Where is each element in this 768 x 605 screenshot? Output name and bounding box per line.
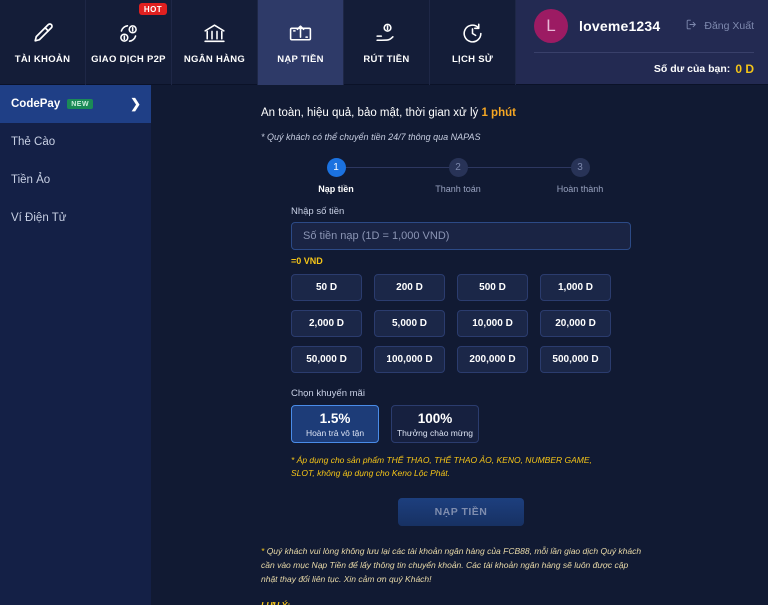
content-inner: An toàn, hiệu quả, bảo mật, thời gian xử… — [261, 107, 711, 605]
sidebar-item-label: Thẻ Cào — [11, 136, 56, 148]
quick-amount-button[interactable]: 50 D — [291, 274, 362, 301]
quick-amount-button[interactable]: 100,000 D — [374, 346, 445, 373]
nav-item-ngan-hang[interactable]: NGÂN HÀNG — [172, 0, 258, 85]
nav-item-nap-tien[interactable]: NẠP TIỀN — [258, 0, 344, 85]
p2p-exchange-icon — [116, 21, 142, 47]
nav-label: NẠP TIỀN — [277, 53, 324, 65]
nav-label: TÀI KHOẢN — [14, 53, 71, 65]
headline-highlight: 1 phút — [481, 107, 516, 119]
promo-option-thuong-chao-mung[interactable]: 100% Thưởng chào mừng — [391, 405, 479, 443]
promo-percent: 1.5% — [319, 410, 351, 426]
step-number: 3 — [570, 158, 590, 177]
promo-options: 1.5% Hoàn trả vô tận 100% Thưởng chào mừ… — [291, 405, 631, 443]
promo-option-hoan-tra[interactable]: 1.5% Hoàn trả vô tận — [291, 405, 379, 443]
sidebar-item-the-cao[interactable]: Thẻ Cào — [0, 123, 151, 161]
notes-title: LƯU Ý: — [261, 599, 291, 605]
quick-amount-button[interactable]: 20,000 D — [540, 310, 611, 337]
pen-icon — [30, 21, 56, 47]
history-clock-icon — [460, 21, 486, 47]
quick-amount-button[interactable]: 1,000 D — [540, 274, 611, 301]
bank-icon — [202, 21, 228, 47]
submit-row: NẠP TIỀN — [291, 497, 631, 526]
quick-amount-button[interactable]: 50,000 D — [291, 346, 362, 373]
deposit-form: Nhập số tiền =0 VND 50 D 200 D 500 D 1,0… — [291, 206, 631, 526]
deposit-main-content: An toàn, hiệu quả, bảo mật, thời gian xử… — [151, 85, 768, 605]
balance-label: Số dư của bạn: — [653, 62, 731, 75]
step-thanh-toan: 2 Thanh toán — [397, 158, 519, 194]
nav-label: NGÂN HÀNG — [183, 53, 246, 65]
nav-item-tai-khoan[interactable]: TÀI KHOẢN — [0, 0, 86, 85]
step-label: Nạp tiền — [318, 184, 354, 194]
napas-note: * Quý khách có thể chuyển tiền 24/7 thôn… — [261, 132, 481, 142]
nav-label: GIAO DỊCH P2P — [91, 53, 166, 65]
nav-item-rut-tien[interactable]: RÚT TIỀN — [344, 0, 430, 85]
nav-item-giao-dich-p2p[interactable]: HOT GIAO DỊCH P2P — [86, 0, 172, 85]
promo-terms-note: * Áp dụng cho sản phẩm THỂ THAO, THỂ THA… — [291, 455, 592, 478]
logout-button[interactable]: Đăng Xuất — [685, 18, 754, 34]
bank-account-footnote: * Quý khách vui lòng không lưu lại các t… — [261, 544, 644, 586]
hot-badge: HOT — [138, 3, 167, 15]
amount-conversion: =0 VND — [291, 256, 323, 266]
user-panel: L loveme1234 Đăng Xuất Số dư của bạn: 0 … — [516, 0, 768, 84]
sidebar-item-label: Tiền Ảo — [11, 174, 51, 186]
chevron-right-icon: ❯ — [130, 96, 141, 111]
notes-section: LƯU Ý: Quý khách cần chuyển tối thiểu 50… — [261, 600, 711, 605]
withdraw-hand-icon — [374, 21, 400, 47]
avatar: L — [534, 9, 568, 43]
quick-amount-grid: 50 D 200 D 500 D 1,000 D 2,000 D 5,000 D… — [291, 274, 631, 373]
step-hoan-thanh: 3 Hoàn thành — [519, 158, 641, 194]
top-navigation-bar: TÀI KHOẢN HOT GIAO DỊCH P2P NGÂN HÀNG NẠ… — [0, 0, 768, 85]
quick-amount-button[interactable]: 500,000 D — [540, 346, 611, 373]
payment-methods-sidebar: CodePay NEW ❯ Thẻ Cào Tiền Ảo Ví Điện Tử — [0, 85, 151, 605]
sidebar-item-tien-ao[interactable]: Tiền Ảo — [0, 161, 151, 199]
quick-amount-button[interactable]: 5,000 D — [374, 310, 445, 337]
step-label: Thanh toán — [435, 184, 481, 194]
promo-section-label: Chọn khuyến mãi — [291, 388, 365, 399]
amount-field-label: Nhập số tiền — [291, 206, 345, 217]
quick-amount-button[interactable]: 10,000 D — [457, 310, 528, 337]
promo-description: Thưởng chào mừng — [396, 427, 474, 438]
deposit-page: TÀI KHOẢN HOT GIAO DỊCH P2P NGÂN HÀNG NẠ… — [0, 0, 768, 605]
sidebar-item-label: Ví Điện Tử — [11, 212, 67, 224]
headline: An toàn, hiệu quả, bảo mật, thời gian xử… — [261, 107, 711, 119]
footnote-text: Quý khách vui lòng không lưu lại các tài… — [261, 545, 642, 584]
asterisk-marker: * — [261, 545, 265, 556]
username: loveme1234 — [579, 18, 661, 34]
amount-input[interactable] — [291, 222, 631, 250]
deposit-submit-button[interactable]: NẠP TIỀN — [398, 497, 524, 526]
nav-label: LỊCH SỬ — [451, 53, 494, 65]
step-number: 2 — [448, 158, 468, 177]
quick-amount-button[interactable]: 2,000 D — [291, 310, 362, 337]
sidebar-item-codepay[interactable]: CodePay NEW ❯ — [0, 85, 151, 123]
deposit-icon — [288, 21, 314, 47]
progress-stepper: 1 Nạp tiền 2 Thanh toán 3 Hoàn thành — [275, 158, 641, 194]
nav-label: RÚT TIỀN — [363, 53, 410, 65]
balance-row: Số dư của bạn: 0 D — [534, 52, 754, 84]
logout-icon — [685, 18, 698, 34]
quick-amount-button[interactable]: 500 D — [457, 274, 528, 301]
balance-value: 0 D — [735, 61, 754, 76]
page-body: CodePay NEW ❯ Thẻ Cào Tiền Ảo Ví Điện Tử… — [0, 85, 768, 605]
logout-label: Đăng Xuất — [704, 20, 754, 32]
user-row: L loveme1234 Đăng Xuất — [534, 0, 754, 52]
quick-amount-button[interactable]: 200,000 D — [457, 346, 528, 373]
promo-description: Hoàn trả vô tận — [305, 427, 365, 438]
step-number: 1 — [326, 158, 346, 177]
step-nap-tien: 1 Nạp tiền — [275, 158, 397, 194]
main-nav: TÀI KHOẢN HOT GIAO DỊCH P2P NGÂN HÀNG NẠ… — [0, 0, 516, 85]
sidebar-item-vi-dien-tu[interactable]: Ví Điện Tử — [0, 199, 151, 237]
step-label: Hoàn thành — [556, 184, 604, 194]
headline-text: An toàn, hiệu quả, bảo mật, thời gian xử… — [261, 107, 482, 119]
promo-percent: 100% — [417, 410, 453, 426]
new-badge: NEW — [67, 99, 94, 109]
quick-amount-button[interactable]: 200 D — [374, 274, 445, 301]
nav-item-lich-su[interactable]: LỊCH SỬ — [430, 0, 516, 85]
sidebar-item-label: CodePay — [11, 98, 61, 110]
